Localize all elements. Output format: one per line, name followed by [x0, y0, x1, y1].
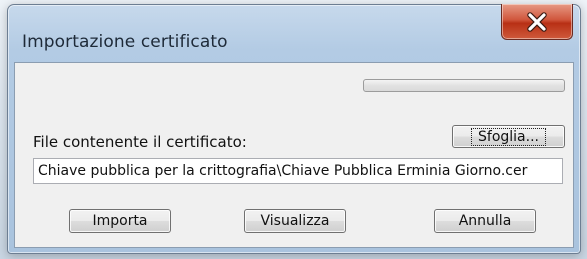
view-button[interactable]: Visualizza: [244, 209, 346, 233]
cancel-button[interactable]: Annulla: [434, 209, 536, 233]
file-label: File contenente il certificato:: [33, 133, 247, 151]
browse-button[interactable]: Sfoglia...: [452, 125, 565, 148]
title-bar[interactable]: Importazione certificato: [8, 4, 580, 61]
dialog-content: File contenente il certificato: Sfoglia.…: [14, 62, 574, 248]
import-certificate-dialog: Importazione certificato File contenente…: [7, 4, 581, 254]
import-button[interactable]: Importa: [69, 209, 171, 233]
import-progress-bar: [363, 79, 565, 92]
close-button[interactable]: [501, 4, 573, 40]
window-title: Importazione certificato: [22, 32, 228, 52]
browse-button-label: Sfoglia...: [471, 127, 546, 146]
close-icon: [527, 11, 547, 32]
certificate-path-value: Chiave pubblica per la crittografia\Chia…: [38, 163, 528, 179]
certificate-path-input[interactable]: Chiave pubblica per la crittografia\Chia…: [33, 158, 563, 184]
